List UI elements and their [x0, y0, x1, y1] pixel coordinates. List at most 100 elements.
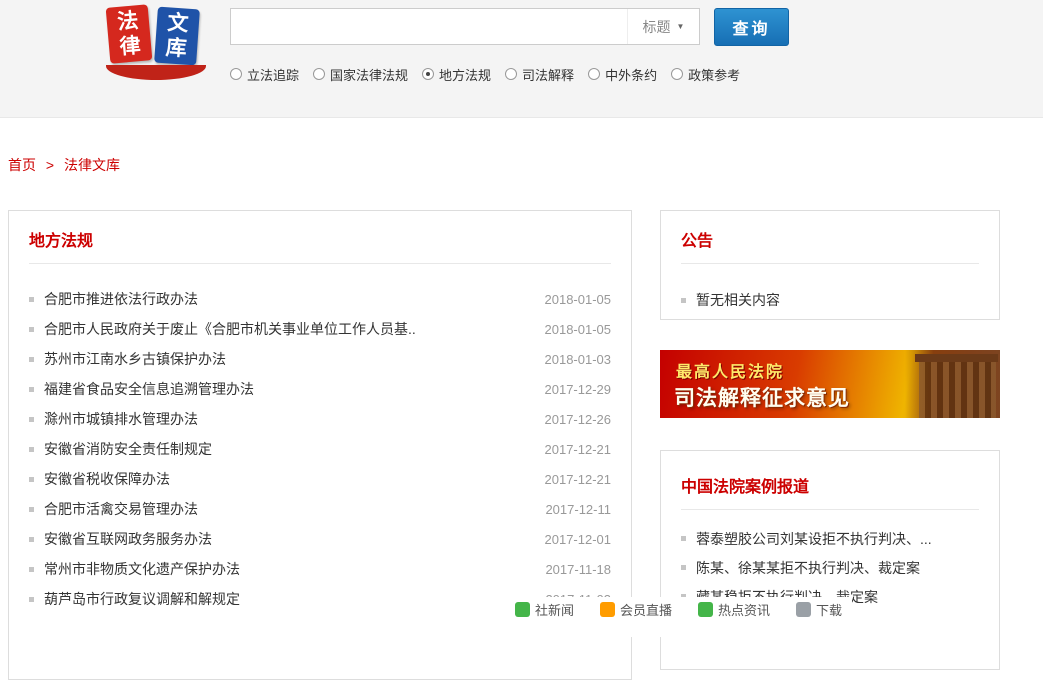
announcement-empty-item: 暂无相关内容	[661, 264, 999, 310]
logo-left-tile: 法 律	[106, 4, 153, 63]
radio-circle-icon[interactable]	[313, 68, 325, 80]
search-field-label: 标题	[643, 17, 671, 37]
panel-title: 公告	[661, 211, 999, 263]
courthouse-image	[905, 350, 1000, 418]
case-list-item: 蓉泰塑胶公司刘某设拒不执行判决、...	[681, 524, 979, 553]
radio-local-regulations[interactable]: 地方法规	[422, 65, 491, 84]
radio-circle-icon[interactable]	[588, 68, 600, 80]
supreme-court-banner[interactable]: 最高人民法院 司法解释征求意见	[660, 350, 1000, 418]
search-input[interactable]	[231, 9, 627, 44]
footer-item-label: 社新闻	[535, 600, 574, 619]
page-header: 法 律 文 库 标题 ▼ 查询 立法追踪 国家法律法规 地方法规 司法解释 中外条约 政策…	[0, 0, 1043, 118]
chevron-down-icon: ▼	[677, 22, 685, 31]
announcement-empty-text: 暂无相关内容	[696, 290, 780, 310]
law-date: 2018-01-05	[545, 322, 612, 337]
law-title-link[interactable]: 合肥市人民政府关于废止《合肥市机关事业单位工作人员基..	[44, 319, 533, 339]
logo-right-tile: 文 库	[154, 7, 200, 66]
law-list-item: 福建省食品安全信息追溯管理办法 2017-12-29	[29, 374, 611, 404]
bullet-icon	[29, 417, 34, 422]
logo-char: 律	[108, 32, 152, 61]
law-date: 2018-01-03	[545, 352, 612, 367]
bullet-icon	[681, 298, 686, 303]
breadcrumb-home-link[interactable]: 首页	[8, 157, 36, 173]
logo-char: 法	[106, 7, 150, 36]
footer-item[interactable]: 会员直播	[600, 600, 672, 619]
download-icon	[796, 602, 811, 617]
radio-national-laws[interactable]: 国家法律法规	[313, 65, 408, 84]
law-date: 2017-11-18	[545, 562, 611, 577]
case-title-link[interactable]: 陈某、徐某某拒不执行判决、裁定案	[696, 558, 920, 578]
logo-char: 文	[156, 10, 200, 38]
law-list-item: 合肥市活禽交易管理办法2017-12-11	[29, 494, 611, 524]
law-title-link[interactable]: 常州市非物质文化遗产保护办法	[44, 559, 533, 579]
banner-line1: 最高人民法院	[676, 358, 784, 382]
court-cases-panel: 中国法院案例报道 蓉泰塑胶公司刘某设拒不执行判决、...陈某、徐某某拒不执行判决…	[660, 450, 1000, 670]
law-title-link[interactable]: 合肥市活禽交易管理办法	[44, 499, 533, 519]
footer-toolbar: 社新闻 会员直播 热点资讯 下载	[505, 597, 852, 637]
law-list-item: 安徽省消防安全责任制规定 2017-12-21	[29, 434, 611, 464]
radio-policy-reference[interactable]: 政策参考	[671, 65, 740, 84]
law-date: 2017-12-01	[545, 532, 612, 547]
bullet-icon	[29, 297, 34, 302]
bullet-icon	[29, 537, 34, 542]
bullet-icon	[29, 387, 34, 392]
radio-judicial-interpretations[interactable]: 司法解释	[505, 65, 574, 84]
search-box: 标题 ▼	[230, 8, 700, 45]
law-date: 2017-12-26	[545, 412, 612, 427]
radio-treaties[interactable]: 中外条约	[588, 65, 657, 84]
search-button[interactable]: 查询	[714, 8, 789, 46]
site-logo[interactable]: 法 律 文 库	[104, 4, 210, 80]
announcement-panel: 公告 暂无相关内容	[660, 210, 1000, 320]
law-title-link[interactable]: 福建省食品安全信息追溯管理办法	[44, 379, 533, 399]
footer-item-label: 热点资讯	[718, 600, 770, 619]
law-list-item: 安徽省互联网政务服务办法 2017-12-01	[29, 524, 611, 554]
radio-label: 政策参考	[688, 65, 740, 84]
law-title-link[interactable]: 滁州市城镇排水管理办法	[44, 409, 533, 429]
bullet-icon	[29, 357, 34, 362]
law-title-link[interactable]: 安徽省互联网政务服务办法	[44, 529, 533, 549]
banner-line2: 司法解释征求意见	[674, 382, 850, 412]
footer-item-label: 会员直播	[620, 600, 672, 619]
bullet-icon	[681, 536, 686, 541]
law-list-item: 滁州市城镇排水管理办法 2017-12-26	[29, 404, 611, 434]
case-title-link[interactable]: 蓉泰塑胶公司刘某设拒不执行判决、...	[696, 529, 932, 549]
law-title-link[interactable]: 苏州市江南水乡古镇保护办法	[44, 349, 533, 369]
breadcrumb-current: 法律文库	[64, 157, 120, 173]
law-date: 2017-12-21	[545, 442, 612, 457]
footer-item[interactable]: 热点资讯	[698, 600, 770, 619]
law-list-item: 常州市非物质文化遗产保护办法 2017-11-18	[29, 554, 611, 584]
radio-circle-icon[interactable]	[671, 68, 683, 80]
bullet-icon	[29, 477, 34, 482]
law-title-link[interactable]: 安徽省税收保障办法	[44, 469, 533, 489]
law-list: 合肥市推进依法行政办法 2018-01-05 合肥市人民政府关于废止《合肥市机关事业…	[9, 264, 631, 614]
hot-icon	[698, 602, 713, 617]
law-date: 2017-12-29	[545, 382, 612, 397]
case-list: 蓉泰塑胶公司刘某设拒不执行判决、...陈某、徐某某拒不执行判决、裁定案藏某稳拒不…	[661, 510, 999, 611]
footer-item[interactable]: 下载	[796, 600, 842, 619]
law-title-link[interactable]: 安徽省消防安全责任制规定	[44, 439, 533, 459]
radio-circle-icon[interactable]	[230, 68, 242, 80]
radio-circle-icon[interactable]	[422, 68, 434, 80]
bullet-icon	[29, 567, 34, 572]
search-field-selector[interactable]: 标题 ▼	[627, 9, 699, 44]
radio-label: 国家法律法规	[330, 65, 408, 84]
bullet-icon	[681, 565, 686, 570]
law-title-link[interactable]: 合肥市推进依法行政办法	[44, 289, 533, 309]
bullet-icon	[29, 597, 34, 602]
breadcrumb-separator: >	[46, 157, 54, 173]
bullet-icon	[29, 447, 34, 452]
case-list-item: 陈某、徐某某拒不执行判决、裁定案	[681, 553, 979, 582]
logo-book-base-icon	[106, 65, 206, 80]
radio-label: 司法解释	[522, 65, 574, 84]
radio-circle-icon[interactable]	[505, 68, 517, 80]
radio-label: 地方法规	[439, 65, 491, 84]
law-title-link[interactable]: 葫芦岛市行政复议调解和解规定	[44, 589, 533, 609]
law-date: 2018-01-05	[545, 292, 612, 307]
footer-item[interactable]: 社新闻	[515, 600, 574, 619]
radio-label: 中外条约	[605, 65, 657, 84]
radio-legislation-tracking[interactable]: 立法追踪	[230, 65, 299, 84]
law-list-item: 苏州市江南水乡古镇保护办法 2018-01-03	[29, 344, 611, 374]
law-date: 2017-12-21	[545, 472, 612, 487]
footer-item-label: 下载	[816, 600, 842, 619]
bullet-icon	[29, 507, 34, 512]
